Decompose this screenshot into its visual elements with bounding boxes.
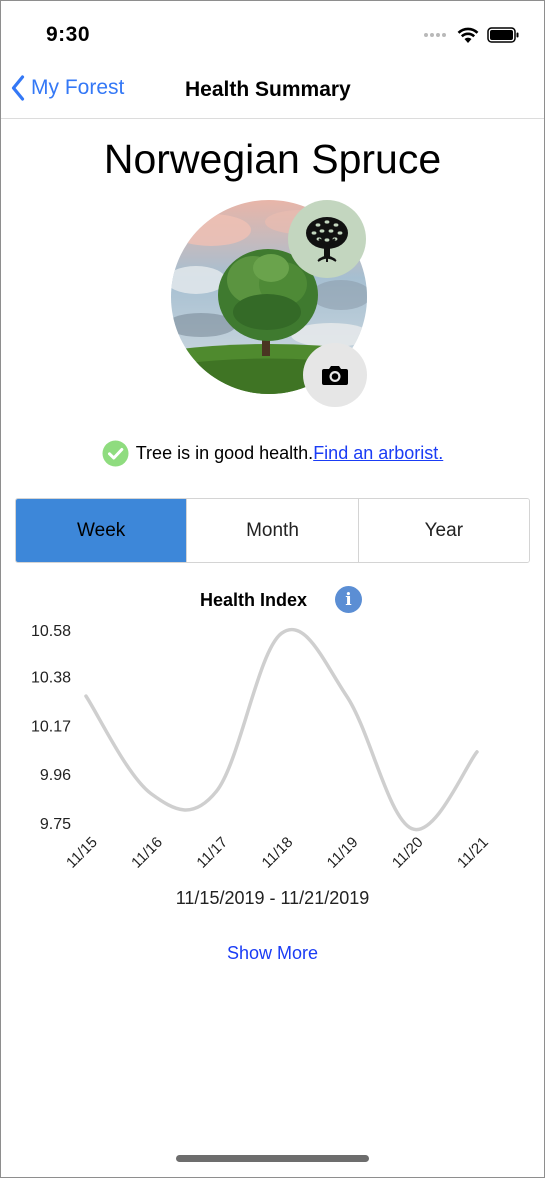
back-button-label: My Forest (31, 76, 125, 99)
health-status-text: Tree is in good health. (135, 443, 314, 463)
info-icon[interactable]: i (335, 586, 362, 613)
x-tick-label: 11/20 (389, 834, 427, 872)
nav-title: Health Summary (185, 78, 351, 101)
find-arborist-link[interactable]: Find an arborist. (313, 443, 443, 464)
health-status: Tree is in good health. Find an arborist… (1, 440, 544, 467)
chart-title: Health Index (200, 590, 308, 610)
y-tick-label: 10.17 (31, 718, 71, 735)
health-index-line (84, 627, 479, 832)
tree-name: Norwegian Spruce (103, 136, 442, 182)
cellular-signal-icon (424, 33, 446, 37)
tree-icon (306, 217, 348, 262)
status-time: 9:30 (46, 23, 91, 46)
data-point (409, 826, 415, 832)
navigation-bar: My Forest Health Summary (1, 63, 544, 119)
x-tick-label: 11/19 (324, 834, 362, 872)
x-tick-label: 11/17 (193, 834, 231, 872)
phone-screen: 9:30 My Forest Health Summary Norwegian … (0, 0, 545, 1178)
health-index-chart: 10.5810.3810.179.969.75 11/15 11/16 11/17 1… (31, 623, 492, 872)
tab-year[interactable]: Year (357, 499, 529, 562)
y-axis: 10.58 10.38 10.17 9.96 9.75 (31, 623, 71, 833)
tab-month[interactable]: Month (186, 499, 358, 562)
home-indicator[interactable] (176, 1155, 369, 1162)
y-tick-label: 10.38 (31, 670, 71, 687)
y-tick-label: 9.75 (40, 816, 71, 833)
back-button[interactable]: My Forest (11, 75, 124, 101)
data-point (83, 693, 89, 699)
x-tick-label: 11/21 (454, 834, 492, 872)
data-point (474, 749, 480, 755)
chevron-left-icon (11, 75, 25, 101)
y-tick-label: 10.58 (31, 623, 71, 640)
status-bar: 9:30 (1, 1, 544, 63)
checkmark-circle-icon (102, 440, 129, 467)
x-tick-label: 11/15 (63, 834, 101, 872)
x-axis: 11/15 11/16 11/17 11/18 11/19 11/20 11/21 (63, 834, 492, 872)
camera-button[interactable] (303, 343, 367, 407)
date-range: 11/15/2019 - 11/21/2019 (175, 888, 370, 908)
show-more-button[interactable]: Show More (1, 943, 544, 964)
x-tick-label: 11/16 (128, 834, 166, 872)
x-tick-label: 11/18 (259, 834, 297, 872)
y-tick-label: 9.96 (40, 767, 71, 784)
battery-icon (487, 27, 519, 43)
data-point (148, 791, 154, 797)
data-point (213, 788, 219, 794)
wifi-icon (457, 27, 479, 43)
time-range-selector: Week Month Year (15, 498, 530, 563)
data-point (344, 693, 350, 699)
data-point (279, 630, 285, 636)
tree-species-badge (288, 200, 366, 278)
status-icons (423, 25, 520, 45)
camera-icon (322, 366, 348, 385)
tab-week[interactable]: Week (16, 499, 187, 562)
